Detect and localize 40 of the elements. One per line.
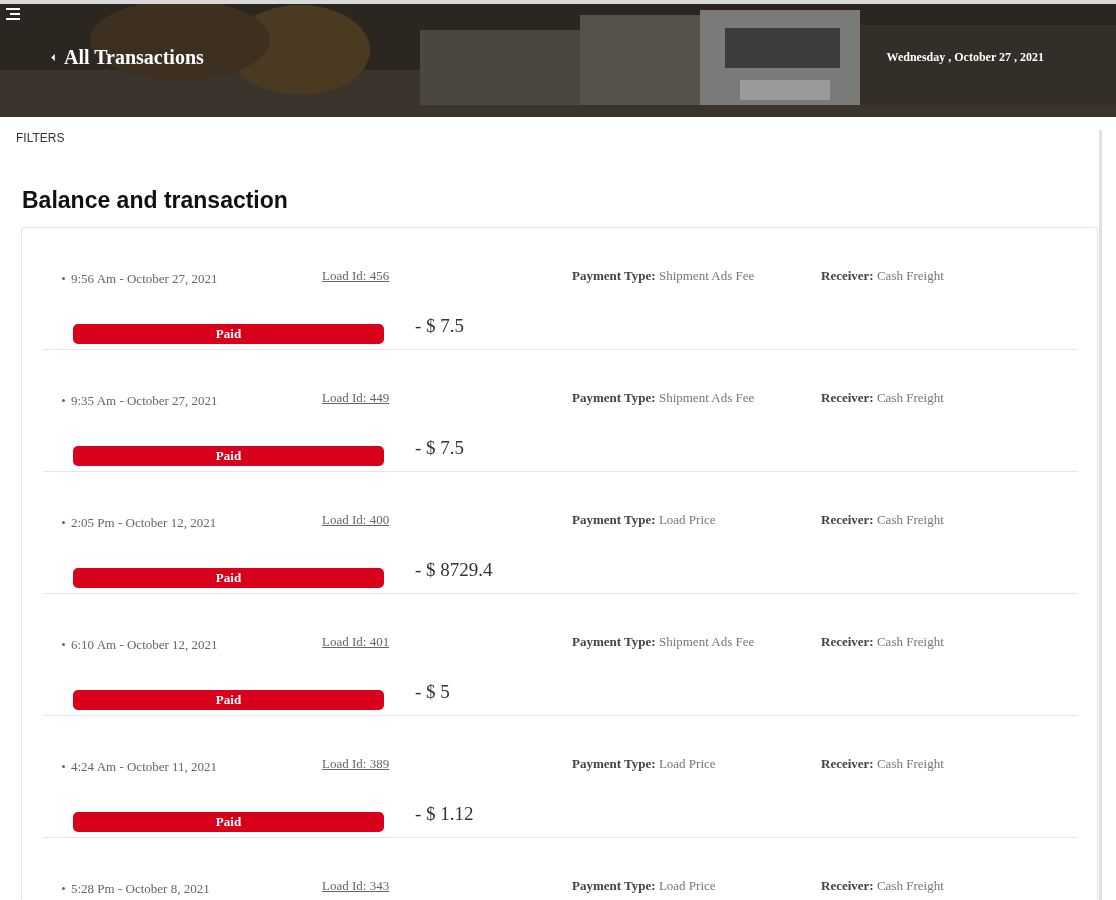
amount: - $ 7.5 — [415, 314, 465, 337]
receiver: Receiver: Cash Freight — [821, 878, 944, 894]
status-badge: Paid — [73, 811, 384, 832]
amount: - $ 7.5 — [415, 436, 465, 459]
receiver: Receiver: Cash Freight — [821, 512, 944, 528]
receiver: Receiver: Cash Freight — [821, 756, 944, 772]
transaction-time: 6:10 Am - October 12, 2021 — [62, 636, 218, 653]
status-badge: Paid — [73, 689, 384, 710]
transaction-time: 5:28 Pm - October 8, 2021 — [62, 880, 210, 897]
caret-icon — [50, 53, 56, 62]
load-id-link[interactable]: Load Id: 401 — [322, 634, 390, 650]
transaction-time: 2:05 Pm - October 12, 2021 — [62, 514, 217, 531]
load-id-link[interactable]: Load Id: 456 — [322, 268, 390, 284]
filters-link[interactable]: FILTERS — [16, 131, 1098, 145]
transaction-time: 9:56 Am - October 27, 2021 — [62, 270, 218, 287]
transaction-time: 9:35 Am - October 27, 2021 — [62, 392, 218, 409]
payment-type: Payment Type: Shipment Ads Fee — [572, 268, 755, 284]
payment-type: Payment Type: Shipment Ads Fee — [572, 390, 755, 406]
status-badge: Paid — [73, 445, 384, 466]
receiver: Receiver: Cash Freight — [821, 634, 944, 650]
load-id-link[interactable]: Load Id: 343 — [322, 878, 390, 894]
menu-icon[interactable] — [4, 6, 22, 22]
receiver: Receiver: Cash Freight — [821, 268, 944, 284]
payment-type: Payment Type: Load Price — [572, 512, 716, 528]
amount: - $ 5 — [415, 680, 450, 703]
payment-type: Payment Type: Load Price — [572, 878, 716, 894]
amount: - $ 8729.4 — [415, 558, 493, 581]
back-link[interactable]: All Transactions — [50, 46, 204, 69]
amount: - $ 1.12 — [415, 802, 474, 825]
load-id-link[interactable]: Load Id: 389 — [322, 756, 390, 772]
status-badge: Paid — [73, 323, 384, 344]
payment-type: Payment Type: Shipment Ads Fee — [572, 634, 755, 650]
date-label: Wednesday , October 27 , 2021 — [886, 50, 1044, 65]
transaction-time: 4:24 Am - October 11, 2021 — [62, 758, 218, 775]
load-id-link[interactable]: Load Id: 449 — [322, 390, 390, 406]
receiver: Receiver: Cash Freight — [821, 390, 944, 406]
status-badge: Paid — [73, 567, 384, 588]
load-id-link[interactable]: Load Id: 400 — [322, 512, 390, 528]
section-title: Balance and transaction — [22, 187, 289, 214]
payment-type: Payment Type: Load Price — [572, 756, 716, 772]
